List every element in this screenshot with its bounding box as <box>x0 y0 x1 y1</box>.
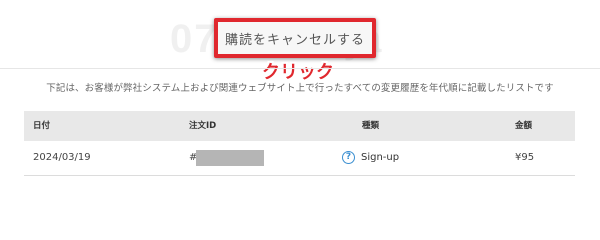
history-table: 日付 注文ID 種類 金額 2024/03/19 # ? Sign-up ¥95 <box>24 111 575 176</box>
row-type: Sign-up <box>361 152 400 163</box>
column-amount: 金額 <box>515 121 533 131</box>
help-circle-icon[interactable]: ? <box>342 151 355 164</box>
divider <box>0 68 600 69</box>
row-amount: ¥95 <box>515 152 535 163</box>
cancel-subscription-button[interactable]: 購読をキャンセルする <box>214 18 376 58</box>
row-date: 2024/03/19 <box>33 152 91 163</box>
column-date: 日付 <box>33 121 51 131</box>
table-header: 日付 注文ID 種類 金額 <box>24 111 575 141</box>
redacted-order-id <box>196 150 264 166</box>
history-description: 下記は、お客様が弊社システム上および関連ウェブサイト上で行ったすべての変更履歴を… <box>46 83 554 94</box>
table-row: 2024/03/19 # ? Sign-up ¥95 <box>24 141 575 176</box>
column-order-id: 注文ID <box>189 121 217 131</box>
cancel-subscription-label: 購読をキャンセルする <box>224 32 365 48</box>
column-type: 種類 <box>362 121 380 131</box>
